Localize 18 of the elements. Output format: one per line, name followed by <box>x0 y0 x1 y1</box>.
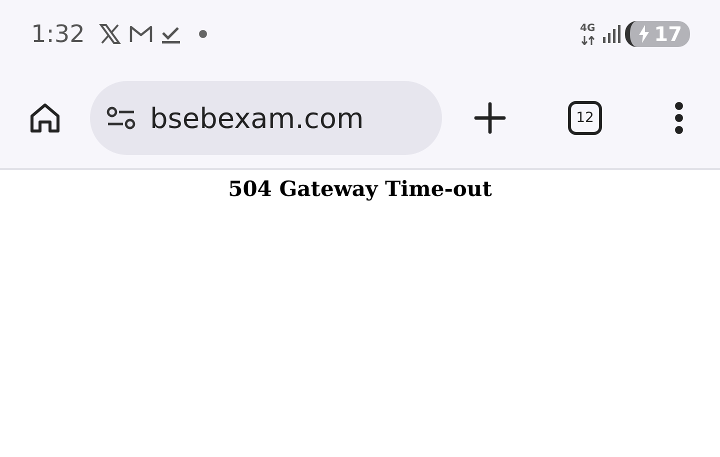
plus-icon[interactable] <box>474 102 506 134</box>
signal-icon <box>603 25 622 43</box>
battery-percent: 17 <box>654 22 682 46</box>
x-logo-icon <box>98 24 121 44</box>
address-bar[interactable]: bsebexam.com <box>90 81 442 155</box>
dot-icon <box>198 30 207 38</box>
data-arrows-icon <box>581 36 596 44</box>
download-done-icon <box>160 24 181 44</box>
tab-switcher-button[interactable]: 12 <box>568 101 602 135</box>
more-menu-icon[interactable] <box>674 102 684 134</box>
network-type: 4G <box>580 22 596 34</box>
status-time: 1:32 <box>31 20 85 48</box>
site-settings-icon[interactable] <box>106 106 136 130</box>
url-text: bsebexam.com <box>150 102 364 134</box>
error-heading: 504 Gateway Time-out <box>228 176 492 201</box>
home-icon[interactable] <box>28 101 62 135</box>
mail-icon <box>128 25 153 43</box>
charging-icon <box>638 25 650 43</box>
